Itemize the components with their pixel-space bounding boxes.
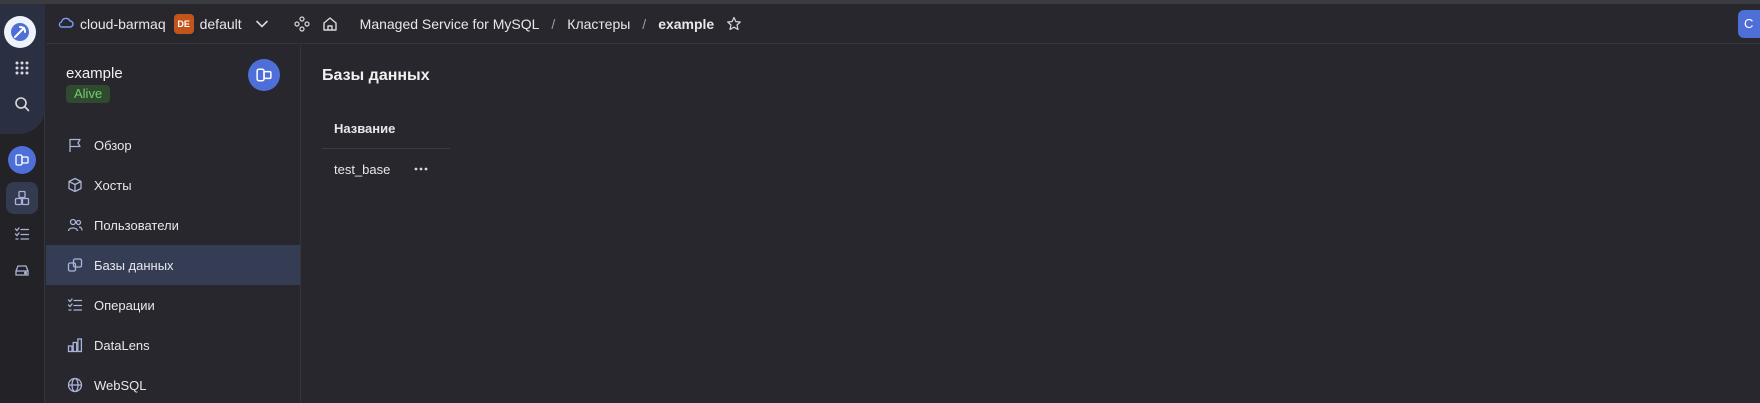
logo-icon[interactable] bbox=[4, 16, 36, 48]
table-row[interactable]: test_base bbox=[322, 149, 450, 189]
sidebar-item-hosts[interactable]: Хосты bbox=[46, 165, 300, 205]
mysql-service-icon bbox=[248, 59, 280, 91]
page-title: Базы данных bbox=[322, 67, 430, 84]
mysql-service-icon[interactable] bbox=[6, 144, 38, 176]
search-icon[interactable] bbox=[6, 88, 38, 120]
chart-icon bbox=[66, 336, 84, 354]
sidebar-item-databases[interactable]: Базы данных bbox=[46, 245, 300, 285]
cluster-name: example bbox=[66, 65, 123, 82]
operations-icon[interactable] bbox=[6, 218, 38, 250]
sidebar-nav: Обзор Хосты Пользователи Базы данных Опе… bbox=[46, 125, 300, 403]
main-content: Базы данных Название test_base bbox=[302, 45, 1760, 403]
apps-grid-icon[interactable] bbox=[6, 52, 38, 84]
clusters-icon[interactable] bbox=[6, 182, 38, 214]
more-actions-icon[interactable] bbox=[414, 167, 428, 171]
sidebar-item-operations[interactable]: Операции bbox=[46, 285, 300, 325]
users-icon bbox=[66, 216, 84, 234]
sidebar-item-websql[interactable]: WebSQL bbox=[46, 365, 300, 403]
databases-icon bbox=[66, 256, 84, 274]
status-badge: Alive bbox=[66, 85, 111, 103]
storage-icon[interactable] bbox=[6, 254, 38, 286]
breadcrumb-current: example bbox=[658, 15, 715, 32]
sidebar-item-label: Хосты bbox=[94, 177, 132, 193]
services-icon[interactable] bbox=[294, 15, 310, 32]
left-rail bbox=[0, 4, 45, 403]
folder-name[interactable]: default bbox=[200, 16, 242, 32]
cloud-selector[interactable]: cloud-barmaq bbox=[58, 15, 166, 32]
databases-table: Название test_base bbox=[322, 109, 450, 189]
sidebar-item-label: Обзор bbox=[94, 137, 132, 153]
sidebar-item-label: Пользователи bbox=[94, 217, 179, 233]
breadcrumb-separator: / bbox=[642, 15, 647, 32]
chevron-down-icon[interactable] bbox=[255, 20, 268, 28]
list-check-icon bbox=[66, 296, 84, 314]
database-name: test_base bbox=[334, 161, 391, 177]
folder-badge: DE bbox=[173, 13, 194, 34]
breadcrumb-service[interactable]: Managed Service for MySQL bbox=[360, 16, 540, 32]
home-icon[interactable] bbox=[322, 16, 338, 32]
globe-icon bbox=[66, 376, 84, 394]
sidebar-item-label: Операции bbox=[94, 297, 155, 313]
sidebar-item-overview[interactable]: Обзор bbox=[46, 125, 300, 165]
sidebar-item-label: DataLens bbox=[94, 337, 150, 353]
flag-icon bbox=[66, 136, 84, 154]
create-button[interactable]: С bbox=[1738, 10, 1760, 38]
sidebar-item-datalens[interactable]: DataLens bbox=[46, 325, 300, 365]
cube-icon bbox=[66, 176, 84, 194]
star-icon[interactable] bbox=[726, 16, 742, 32]
breadcrumb-separator: / bbox=[551, 15, 556, 32]
sidebar-item-label: Базы данных bbox=[94, 257, 174, 273]
cloud-icon bbox=[58, 15, 74, 32]
cluster-sidebar: example Alive Обзор Хосты Пользователи Б… bbox=[46, 45, 301, 403]
sidebar-item-users[interactable]: Пользователи bbox=[46, 205, 300, 245]
column-header-name[interactable]: Название bbox=[322, 109, 450, 149]
sidebar-item-label: WebSQL bbox=[94, 377, 147, 393]
breadcrumb-clusters[interactable]: Кластеры bbox=[567, 16, 630, 32]
cloud-name: cloud-barmaq bbox=[80, 15, 166, 32]
top-header: cloud-barmaq DE default Managed Service … bbox=[46, 4, 1760, 44]
